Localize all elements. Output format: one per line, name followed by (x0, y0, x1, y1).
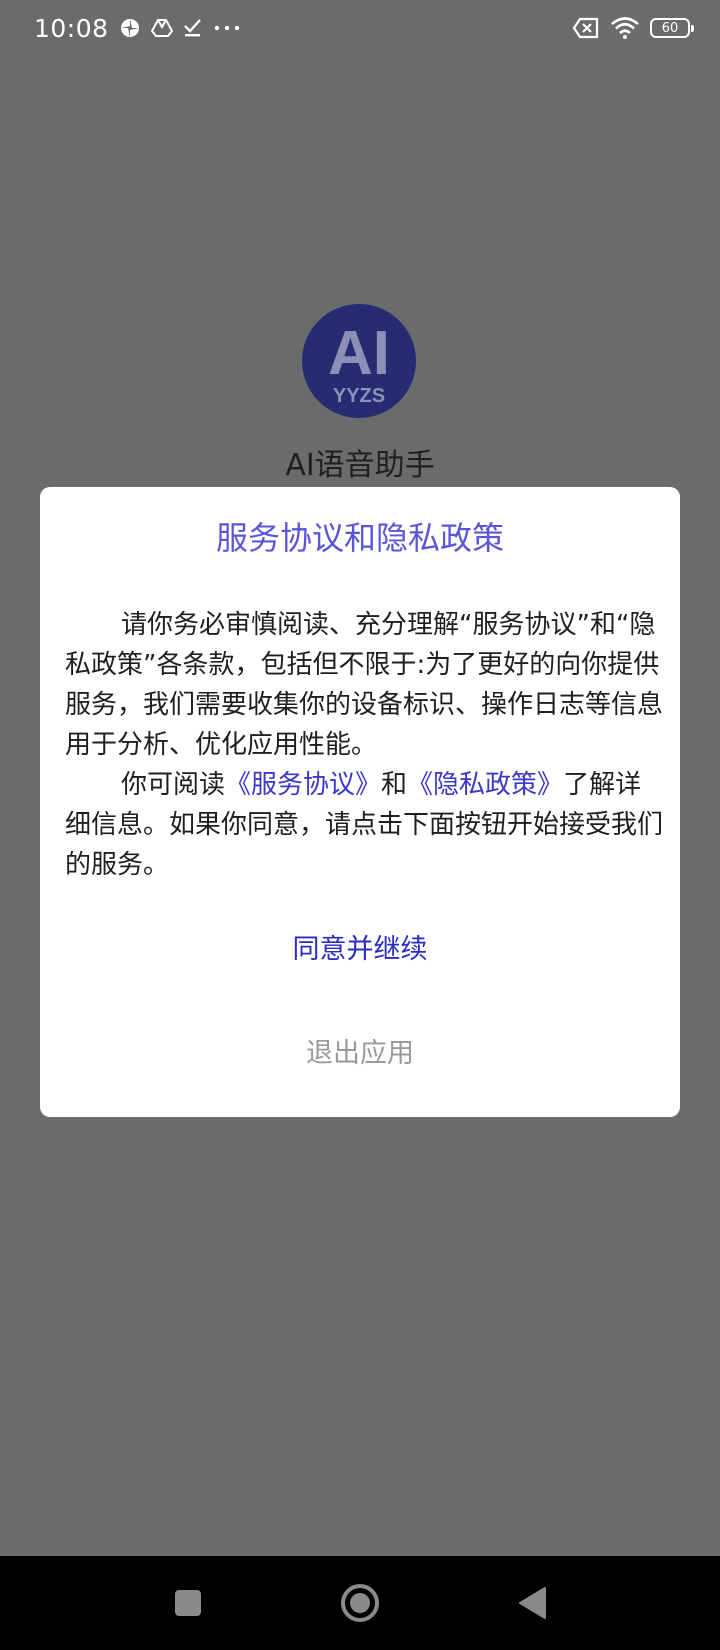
logo-subtext: YYZS (333, 385, 385, 407)
dialog-paragraph-1: 请你务必审慎阅读、充分理解“服务协议”和“隐私政策”各条款，包括但不限于:为了更… (65, 610, 664, 760)
dialog-title: 服务协议和隐私政策 (215, 519, 504, 557)
logo-text: AI (328, 319, 390, 388)
wifi-icon (610, 16, 640, 40)
exit-app-button[interactable]: 退出应用 (40, 1031, 680, 1070)
back-icon[interactable] (502, 1573, 562, 1633)
status-left: 10:08 (34, 14, 241, 43)
sim-error-icon (572, 17, 600, 39)
status-bar: 10:08 60 (0, 0, 720, 56)
pinwheel-icon (119, 17, 141, 39)
dialog-paragraph-2: 你可阅读《服务协议》和《隐私政策》了解详细信息。如果你同意，请点击下面按钮开始接… (65, 765, 665, 885)
battery-icon: 60 (650, 18, 694, 38)
battery-level: 60 (661, 20, 679, 36)
app-name: AI语音助手 (285, 448, 435, 483)
status-time: 10:08 (34, 13, 109, 43)
privacy-dialog: 服务协议和隐私政策 请你务必审慎阅读、充分理解“服务协议”和“隐私政策”各条款，… (40, 487, 680, 1117)
app-logo: AI YYZS (302, 304, 416, 418)
paragraph-2-prefix: 你可阅读 (121, 770, 226, 800)
more-dots-icon (213, 24, 241, 32)
privacy-policy-link[interactable]: 《隐私政策》 (407, 770, 563, 800)
status-right: 60 (572, 16, 694, 40)
task-check-icon (183, 18, 203, 38)
paragraph-2-and: 和 (381, 770, 408, 800)
navigation-bar (0, 1556, 720, 1650)
service-agreement-link[interactable]: 《服务协议》 (225, 770, 381, 800)
home-icon[interactable] (330, 1573, 390, 1633)
drive-icon (150, 18, 173, 38)
dialog-body: 请你务必审慎阅读、充分理解“服务协议”和“隐私政策”各条款，包括但不限于:为了更… (65, 605, 665, 885)
recent-apps-icon[interactable] (158, 1573, 218, 1633)
agree-continue-button[interactable]: 同意并继续 (40, 927, 680, 966)
